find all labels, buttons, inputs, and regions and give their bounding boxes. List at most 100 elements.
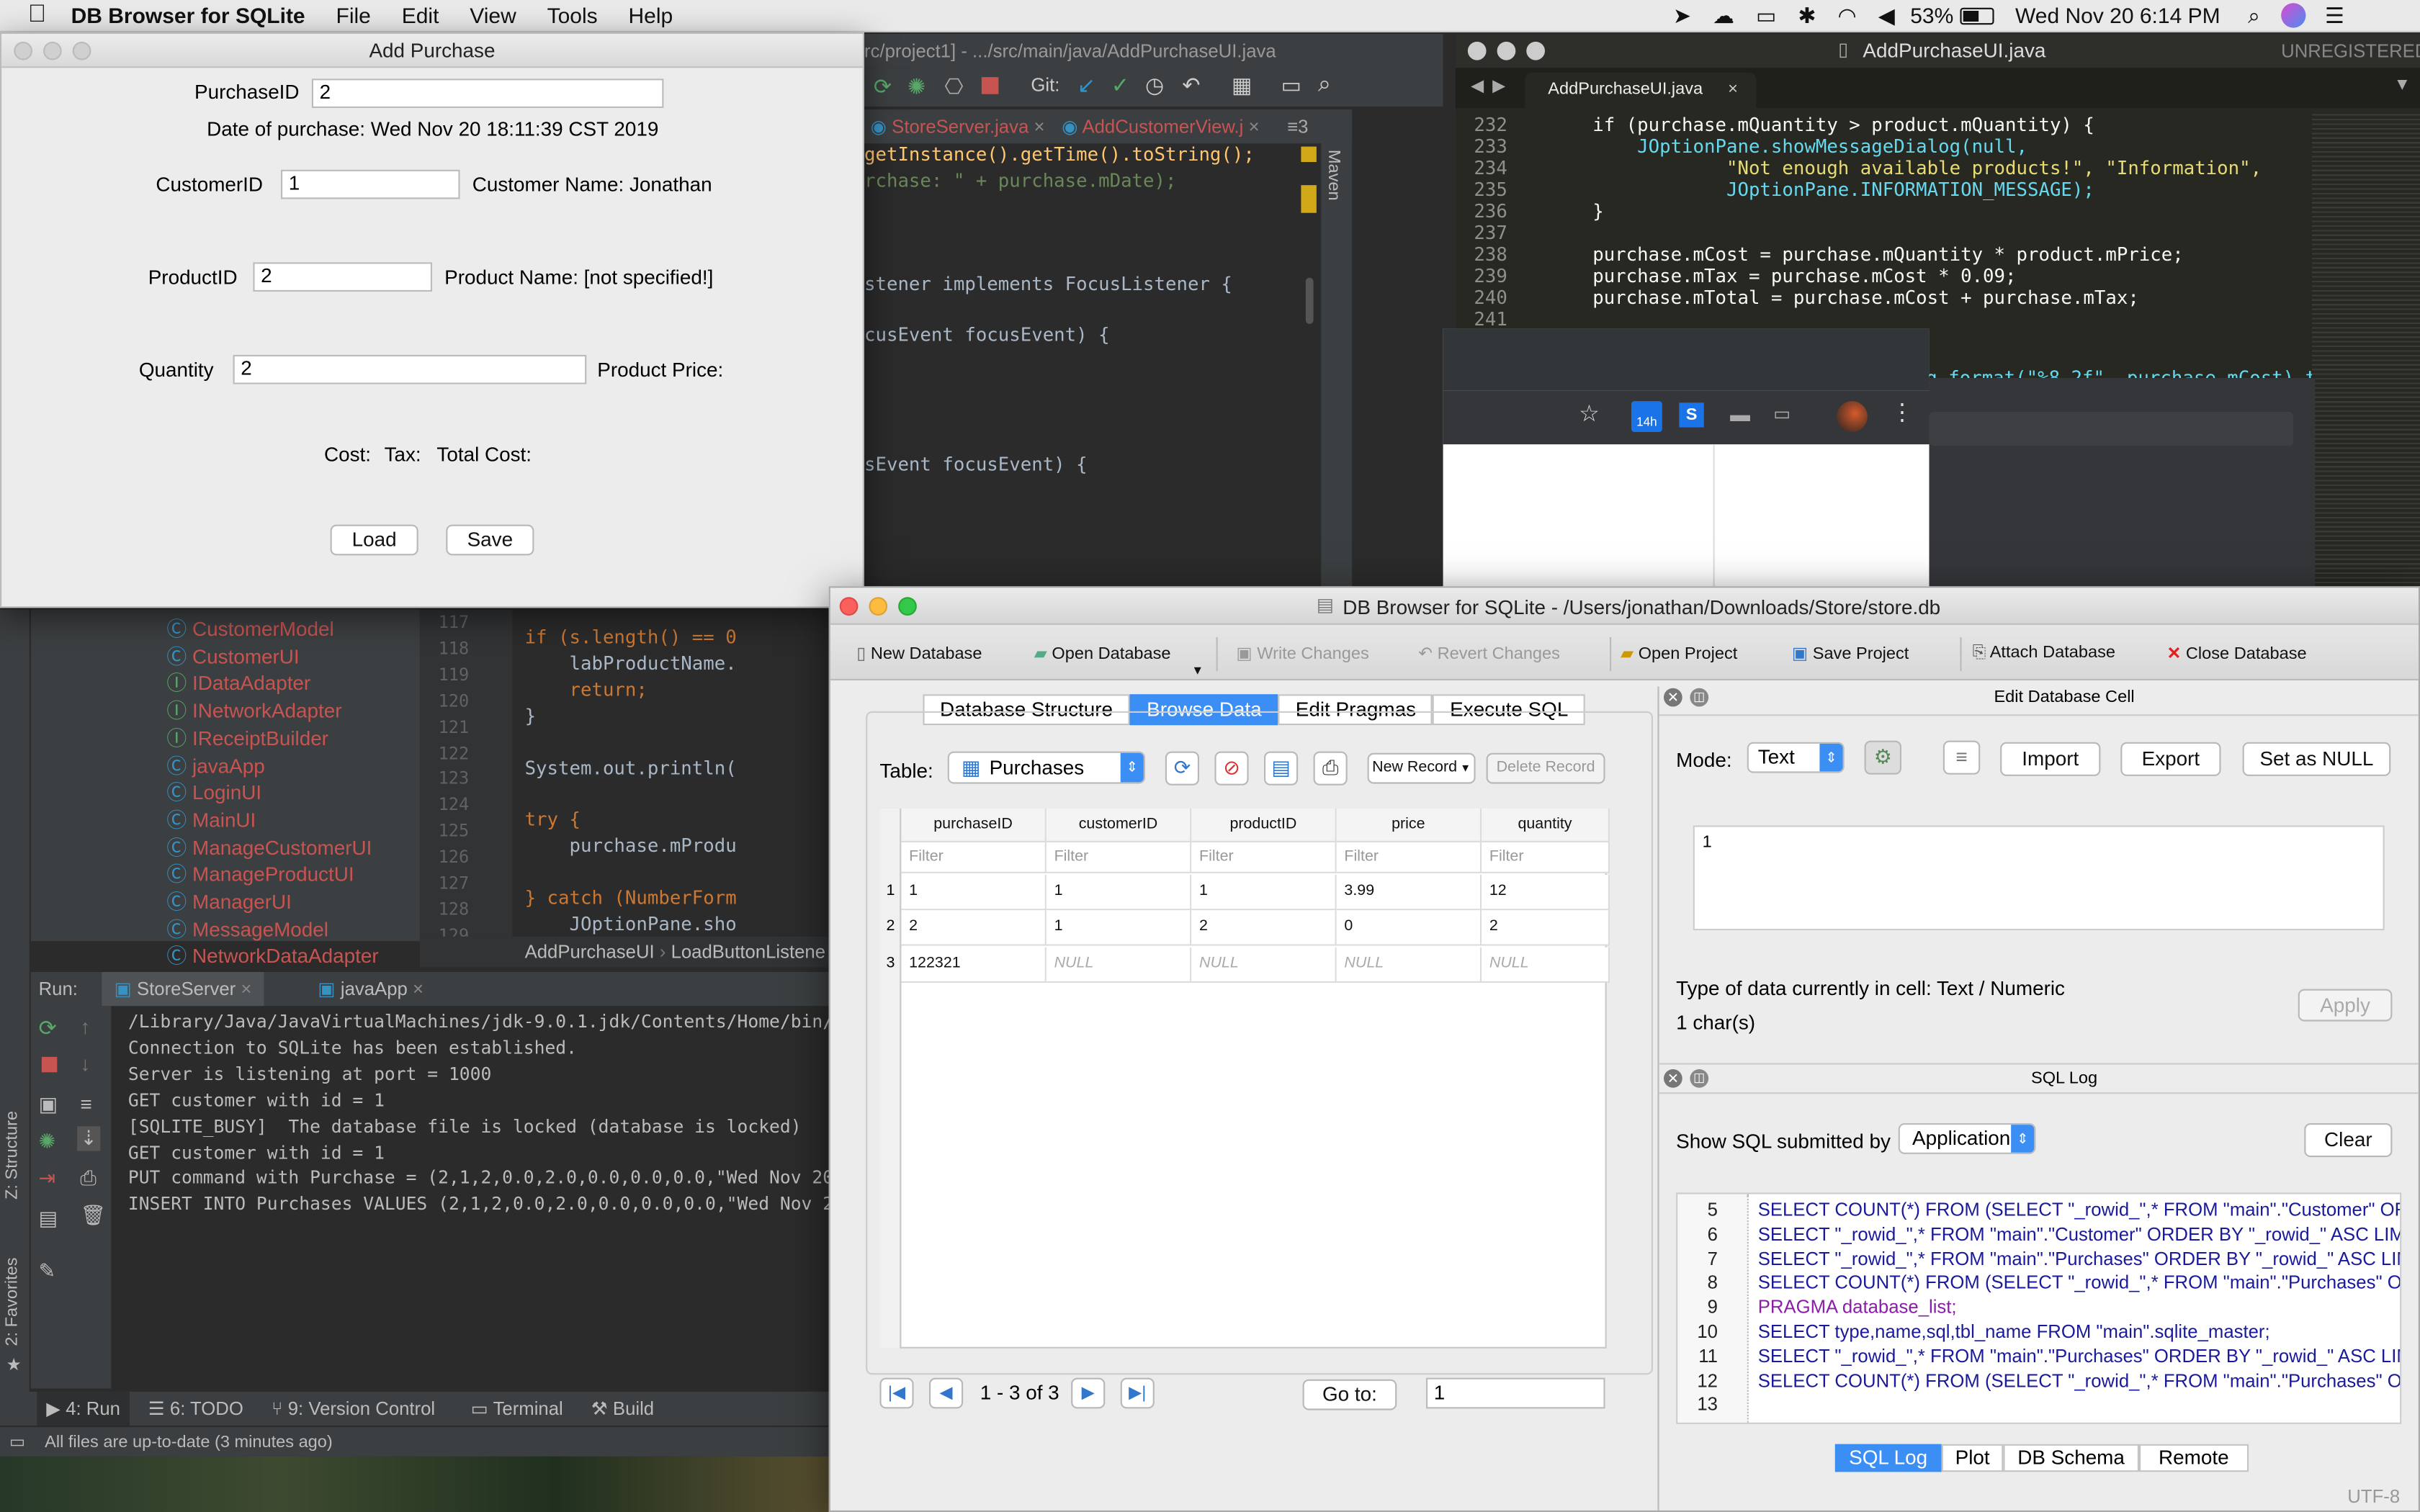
new-record-button[interactable]: New Record ▼ [1367, 752, 1476, 784]
apple-icon[interactable]:  [28, 1, 47, 30]
tab-dropdown-icon[interactable]: ▼ [2394, 76, 2411, 94]
wrap-icon[interactable]: ≡ [80, 1092, 91, 1115]
clock[interactable]: Wed Nov 20 6:14 PM [2015, 3, 2220, 27]
revert-icon[interactable]: ↶ [1182, 73, 1200, 99]
project-structure-icon[interactable]: ▦ [1232, 73, 1252, 99]
wifi-icon[interactable]: ◠ [1838, 2, 1857, 28]
load-button[interactable]: Load [330, 524, 418, 556]
last-page-button[interactable]: ▶| [1120, 1377, 1155, 1409]
tab-storeserver[interactable]: ◉ StoreServer.java × [871, 109, 1045, 143]
table-cell[interactable]: 1 [901, 875, 1047, 911]
customer-id-input[interactable]: 1 [281, 169, 460, 199]
column-filter[interactable]: Filter [1482, 842, 1610, 873]
side-label-favorites[interactable]: 2: Favorites [3, 1257, 22, 1346]
volume-icon[interactable]: ◀ [1878, 2, 1895, 28]
clear-filters-button[interactable]: ⊘ [1214, 751, 1249, 786]
close-button[interactable] [839, 597, 859, 616]
table-cell[interactable]: 2 [1482, 910, 1610, 947]
battery-icon[interactable] [1959, 6, 1994, 24]
minimize-button[interactable] [1497, 41, 1516, 60]
sql-source-select[interactable]: Application ⇕ [1898, 1123, 2036, 1154]
debug-icon[interactable]: ✺ [39, 1130, 55, 1154]
column-header[interactable]: quantity [1482, 808, 1610, 842]
tool-terminal[interactable]: ▭ Terminal [471, 1392, 563, 1426]
profile-avatar[interactable] [1837, 401, 1868, 432]
down-icon[interactable]: ↓ [80, 1052, 90, 1075]
set-null-button[interactable]: Set as NULL [2242, 742, 2391, 776]
menu-file[interactable]: File [336, 3, 371, 27]
tree-item[interactable]: Ⓒ ManagerUI [166, 886, 291, 915]
cell-editor[interactable]: 1 [1693, 825, 2385, 931]
location-icon[interactable]: ➤ [1673, 2, 1691, 28]
auto-format-button[interactable]: ⚙ [1864, 740, 1901, 775]
column-header[interactable]: productID [1191, 808, 1337, 842]
side-label-structure[interactable]: Z: Structure [3, 1111, 22, 1200]
history-icon[interactable]: ◷ [1145, 73, 1164, 99]
exit-icon[interactable]: ⇥ [39, 1166, 55, 1191]
tab-addcustomerview[interactable]: ◉ AddCustomerView.j × [1062, 109, 1259, 143]
layout-icon[interactable]: ▭ [1281, 73, 1301, 99]
search-icon[interactable]: ⌕ [1318, 71, 1331, 97]
prev-page-button[interactable]: ◀ [929, 1377, 964, 1409]
tab-db-schema[interactable]: DB Schema [2003, 1444, 2139, 1472]
table-cell[interactable]: 2 [901, 910, 1047, 947]
open-database-button[interactable]: ▰ Open Database [1034, 644, 1171, 664]
menu-tools[interactable]: Tools [547, 3, 598, 27]
tool-vcs[interactable]: ⑂ 9: Version Control [272, 1392, 435, 1426]
save-project-button[interactable]: ▣ Save Project [1792, 644, 1909, 664]
open-database-dropdown-icon[interactable]: ▼ [1191, 663, 1204, 677]
first-page-button[interactable]: |◀ [879, 1377, 914, 1409]
row-number[interactable]: 3 [879, 947, 901, 981]
column-filter[interactable]: Filter [1046, 842, 1192, 873]
tree-item[interactable]: Ⓒ CustomerUI [166, 640, 299, 670]
tree-item[interactable]: Ⓒ LoginUI [166, 776, 261, 806]
layout-icon[interactable]: ▤ [39, 1207, 58, 1231]
attach-database-button[interactable]: ⎘ Attach Database [1973, 644, 2115, 664]
table-cell[interactable]: NULL [1336, 946, 1482, 983]
table-cell[interactable]: NULL [1191, 946, 1337, 983]
print-icon[interactable]: ⎙ [80, 1166, 96, 1191]
maven-sidebar[interactable]: Maven [1321, 109, 1353, 588]
next-page-button[interactable]: ▶ [1071, 1377, 1106, 1409]
clear-log-button[interactable]: Clear [2304, 1123, 2393, 1158]
table-cell[interactable]: 1 [1046, 910, 1192, 947]
battery-percent[interactable]: 53% [1910, 3, 1953, 27]
refresh-icon[interactable]: ⟳ [874, 74, 892, 100]
breadcrumb-class[interactable]: AddPurchaseUI [525, 941, 655, 963]
product-id-input[interactable]: 2 [253, 262, 432, 292]
row-number[interactable]: 1 [879, 875, 901, 909]
tool-run[interactable]: ▶ 4: Run [37, 1391, 130, 1426]
chrome-menu-icon[interactable]: ⋮ [1891, 398, 1914, 426]
tool-build[interactable]: ⚒ Build [591, 1392, 654, 1426]
status-layout-icon[interactable]: ▭ [9, 1427, 25, 1458]
column-filter[interactable]: Filter [901, 842, 1047, 873]
open-project-button[interactable]: ▰ Open Project [1621, 644, 1737, 664]
tab-sql-log[interactable]: SQL Log [1834, 1444, 1942, 1472]
tabs-overflow[interactable]: ≡3 [1287, 109, 1308, 143]
minimize-button[interactable] [869, 597, 888, 616]
row-number[interactable]: 2 [879, 911, 901, 945]
column-header[interactable]: price [1336, 808, 1482, 842]
import-button[interactable]: Import [2000, 742, 2101, 776]
refresh-table-button[interactable]: ⟳ [1165, 751, 1199, 786]
run-tab-javaapp[interactable]: ▣ javaApp × [318, 972, 424, 1006]
print-button[interactable]: ⎙ [1313, 751, 1348, 786]
table-select[interactable]: ▦ Purchases ⇕ [947, 751, 1145, 784]
run-coverage-icon[interactable]: ⎔ [944, 74, 963, 100]
table-cell[interactable]: 1 [1046, 875, 1192, 911]
column-filter[interactable]: Filter [1336, 842, 1482, 873]
column-header[interactable]: customerID [1046, 808, 1192, 842]
tree-item[interactable]: Ⓒ MessageModel [166, 913, 328, 942]
export-button[interactable]: Export [2120, 742, 2221, 776]
go-to-button[interactable]: Go to: [1302, 1379, 1397, 1410]
bookmark-star-icon[interactable]: ☆ [1579, 400, 1600, 427]
tab-close-icon[interactable]: × [1728, 73, 1738, 108]
go-to-input[interactable]: 1 [1425, 1377, 1605, 1409]
favorites-star-icon[interactable]: ★ [6, 1354, 22, 1375]
extension-s-icon[interactable]: S [1679, 402, 1704, 428]
tab-plot[interactable]: Plot [1941, 1444, 2004, 1472]
sql-log-area[interactable]: 5 SELECT COUNT(*) FROM (SELECT "_rowid_",… [1676, 1192, 2402, 1424]
table-cell[interactable]: 122321 [901, 946, 1047, 983]
zoom-button[interactable] [1526, 41, 1545, 60]
git-commit-icon[interactable]: ✓ [1111, 73, 1129, 99]
